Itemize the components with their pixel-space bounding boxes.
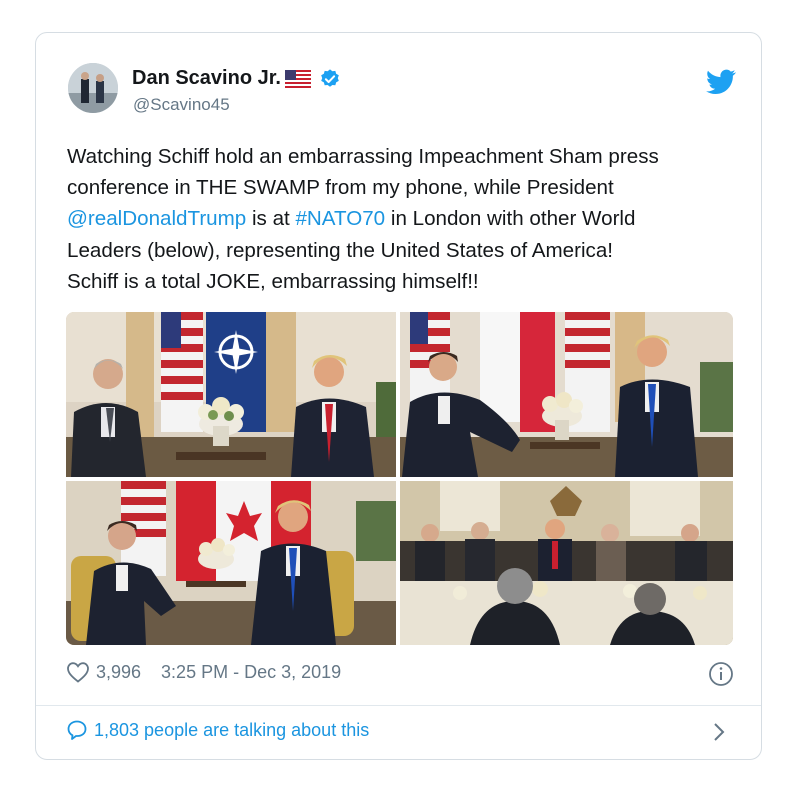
conversation-text[interactable]: 1,803 people are talking about this: [94, 720, 369, 741]
tweet-meta: 3,996 3:25 PM - Dec 3, 2019: [66, 661, 341, 683]
author-row: Dan Scavino Jr.: [132, 67, 341, 90]
photo-grid: [66, 312, 733, 645]
divider: [36, 705, 761, 706]
photo-3[interactable]: [66, 481, 396, 645]
verified-badge-icon: [321, 68, 339, 87]
photo-4[interactable]: [400, 481, 733, 645]
chevron-right-icon[interactable]: [712, 721, 726, 743]
photo-1[interactable]: [66, 312, 396, 477]
author-handle[interactable]: @Scavino45: [133, 95, 230, 115]
us-flag-icon: [284, 69, 311, 88]
photo-2[interactable]: [400, 312, 733, 477]
heart-icon[interactable]: [66, 661, 90, 683]
tweet-text-part: is at: [246, 207, 296, 231]
conversation-link[interactable]: 1,803 people are talking about this: [66, 719, 369, 741]
twitter-bird-icon[interactable]: [706, 69, 736, 95]
tweet-card[interactable]: Dan Scavino Jr. @Scavino45 Watching Schi…: [35, 32, 762, 760]
info-icon[interactable]: [708, 661, 734, 687]
tweet-text: Watching Schiff hold an embarrassing Imp…: [67, 141, 742, 297]
mention-link[interactable]: @realDonaldTrump: [67, 207, 246, 230]
hashtag-link[interactable]: #NATO70: [295, 207, 385, 230]
author-name[interactable]: Dan Scavino Jr.: [132, 67, 281, 90]
tweet-text-part: Watching Schiff hold an embarrassing Imp…: [67, 145, 659, 200]
avatar[interactable]: [68, 63, 118, 113]
speech-bubble-icon: [67, 720, 87, 740]
like-count[interactable]: 3,996: [96, 662, 141, 683]
timestamp[interactable]: 3:25 PM - Dec 3, 2019: [161, 662, 341, 683]
